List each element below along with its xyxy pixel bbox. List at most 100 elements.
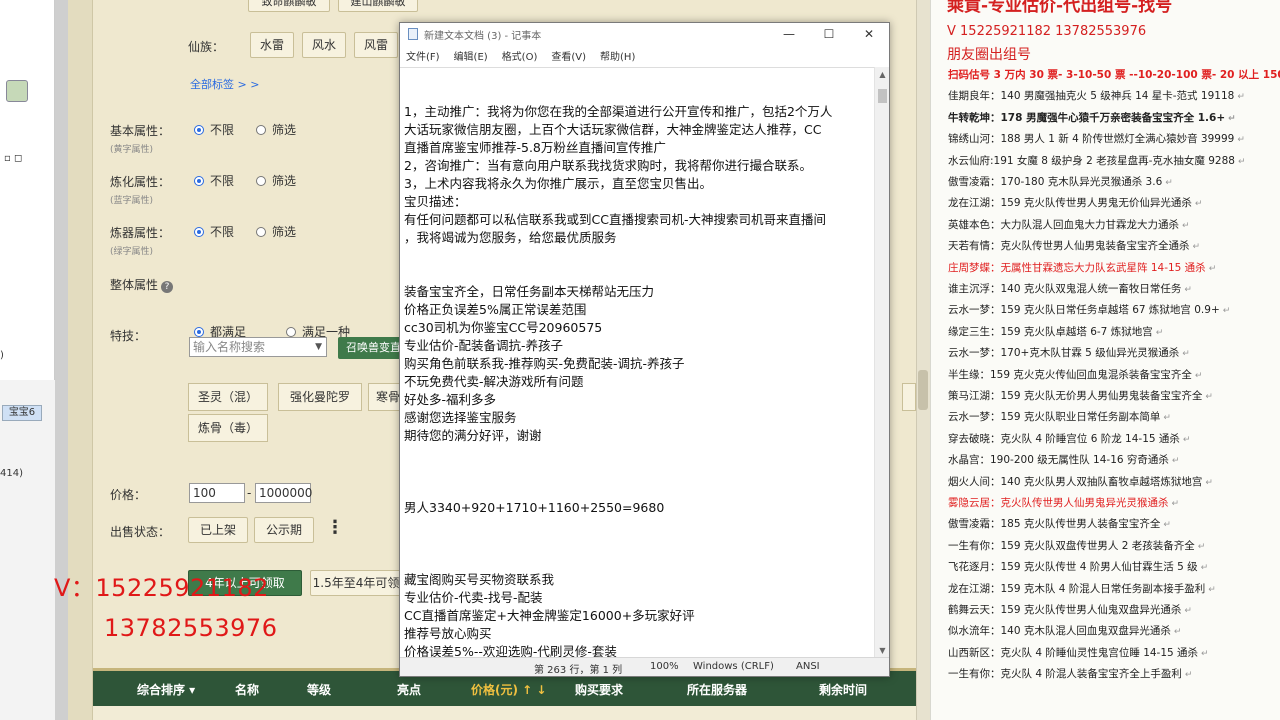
chat-row-text: 似水流年：140 克木队混人回血鬼双盘异光通杀 [948, 625, 1171, 638]
skill-chip[interactable]: 圣灵（混） [188, 383, 268, 411]
question-icon[interactable]: ? [161, 281, 174, 293]
notepad-title: 新建文本文档 (3) - 记事本 [424, 30, 542, 42]
market-scroll-thumb[interactable] [918, 370, 928, 410]
radio-dot [194, 226, 204, 237]
market-side-edge [68, 0, 93, 720]
overlay-phone-v: V：15225921182 [54, 574, 269, 602]
line-break-icon: ↵ [1237, 92, 1245, 103]
chat-row: 傲雪凌霜：185 克火队传世男人装备宝宝齐全 ↵ [948, 514, 1171, 534]
notepad-scroll-thumb[interactable] [878, 89, 887, 103]
notepad-line [404, 517, 875, 535]
skill-chip[interactable]: 炼骨（毒） [188, 414, 268, 442]
price-max-input[interactable]: 1000000 [255, 483, 312, 503]
more-options-icon[interactable]: ⋮ [326, 519, 344, 537]
radio-dot [286, 326, 296, 337]
notepad-line [404, 265, 875, 283]
chat-row: 缘定三生：159 克火队卓越塔 6-7 炼狱地宫 ↵ [948, 322, 1163, 342]
chat-row: 一生有你：159 克火队双盘传世男人 2 老孩装备齐全 ↵ [948, 536, 1205, 556]
radio-dot [256, 175, 266, 186]
col-remaining[interactable]: 剩余时间 [819, 681, 867, 698]
forge-attr-filter-radio[interactable]: 筛选 [256, 223, 296, 240]
basic-attr-unlimited-radio[interactable]: 不限 [194, 121, 234, 138]
period-1-5y-button[interactable]: 1.5年至4年可领 [310, 570, 402, 596]
public-period-button[interactable]: 公示期 [254, 517, 314, 543]
refine-attr-label-text: 炼化属性： [110, 175, 171, 189]
all-tags-link[interactable]: 全部标签 > > [190, 76, 259, 92]
on-sale-button[interactable]: 已上架 [188, 517, 248, 543]
line-break-icon: ↵ [1228, 113, 1236, 124]
scroll-up-icon[interactable]: ▲ [875, 67, 890, 83]
chat-row: 飞花逐月：159 克火队传世 4 阶男人仙甘霖生活 5 级 ↵ [948, 557, 1208, 577]
notepad-line [404, 445, 875, 463]
tag-chip-shuilei[interactable]: 水雷 [250, 32, 294, 58]
price-min-input[interactable]: 100 [189, 483, 245, 503]
notepad-line [404, 535, 875, 553]
notepad-line [404, 463, 875, 481]
menu-file[interactable]: 文件(F) [406, 48, 440, 63]
notepad-line: 感谢您选择鉴宝服务 [404, 410, 517, 425]
line-break-icon: ↵ [1222, 306, 1231, 317]
radio-label: 筛选 [272, 123, 297, 137]
line-break-icon: ↵ [1155, 327, 1164, 338]
refine-attr-filter-radio[interactable]: 筛选 [256, 172, 296, 189]
overall-attr-label: 整体属性? [110, 276, 174, 293]
basic-attr-filter-radio[interactable]: 筛选 [256, 121, 296, 138]
radio-label: 筛选 [272, 225, 297, 239]
col-sort[interactable]: 综合排序 ▾ [137, 681, 195, 698]
line-break-icon: ↵ [1173, 627, 1182, 638]
forge-attr-unlimited-radio[interactable]: 不限 [194, 223, 234, 240]
chat-row: 半生缘：159 克火克火传仙回血鬼混杀装备宝宝齐全 ↵ [948, 365, 1202, 385]
notepad-text-area[interactable]: 1，主动推广：我将为你您在我的全部渠道进行公开宣传和推广，包括2个万人 大话玩家微… [400, 67, 875, 659]
chat-row-text: 缘定三生：159 克火队卓越塔 6-7 炼狱地宫 [948, 325, 1153, 338]
refine-attr-unlimited-radio[interactable]: 不限 [194, 172, 234, 189]
skill-search-input[interactable]: 输入名称搜索 ▼ [189, 337, 327, 357]
notepad-titlebar[interactable]: 新建文本文档 (3) - 记事本 — ☐ ✕ [400, 23, 889, 45]
col-price[interactable]: 价格(元) ↑ ↓ [471, 681, 546, 698]
tab-baobao6[interactable]: 宝宝6 [2, 405, 42, 421]
sale-status-label: 出售状态： [110, 525, 171, 539]
col-name[interactable]: 名称 [235, 681, 259, 698]
notepad-line: 购买角色前联系我-推荐购买-免费配装-调抗-养孩子 [404, 356, 685, 371]
menu-format[interactable]: 格式(O) [502, 48, 538, 63]
maximize-icon[interactable]: ☐ [809, 27, 849, 41]
notepad-line: 男人3340+920+1710+1160+2550=9680 [404, 500, 665, 515]
line-break-icon: ↵ [1205, 477, 1213, 488]
notepad-line: 专业估价-配装备调抗-养孩子 [404, 338, 564, 353]
line-break-icon: ↵ [1200, 563, 1209, 574]
app-thumbnail-icon[interactable] [6, 80, 28, 102]
chat-row-text: 锦绣山河：188 男人 1 新 4 阶传世燃灯全满心猿妙音 39999 [948, 133, 1235, 146]
col-requirement[interactable]: 购买要求 [575, 681, 623, 698]
market-scrollbar[interactable] [916, 0, 930, 720]
skill-chip[interactable]: 强化曼陀罗 [278, 383, 362, 411]
chat-row-text: 云水一梦：170+克木队甘霖 5 级仙异光灵猴通杀 [948, 347, 1180, 360]
col-level[interactable]: 等级 [307, 681, 331, 698]
skill-chip-edge[interactable] [902, 383, 916, 411]
menu-help[interactable]: 帮助(H) [600, 48, 635, 63]
chat-row: 穿去破晓：克火队 4 阶睡宫位 6 阶龙 14-15 通杀 ↵ [948, 429, 1190, 449]
menu-edit[interactable]: 编辑(E) [454, 48, 488, 63]
notepad-line: 有任何问题都可以私信联系我或到CC直播搜索司机-大神搜索司机哥来直播间 [404, 212, 826, 227]
chat-row: 云水一梦：159 克火队职业日常任务副本简单 ↵ [948, 407, 1171, 427]
tag-chip[interactable]: 建山麒麟敏 [338, 0, 418, 12]
chat-row-text: 佳期良年：140 男魔强抽克火 5 级神兵 14 星卡-范式 19118 [948, 90, 1235, 103]
radio-label: 不限 [210, 123, 235, 137]
close-icon[interactable]: ✕ [849, 27, 889, 41]
overall-attr-text: 整体属性 [110, 278, 159, 292]
menu-view[interactable]: 查看(V) [551, 48, 586, 63]
notepad-scrollbar[interactable]: ▲ ▼ [874, 67, 889, 659]
col-highlight[interactable]: 亮点 [397, 681, 421, 698]
notepad-line: 期待您的满分好评，谢谢 [404, 428, 542, 443]
minimize-icon[interactable]: — [769, 27, 809, 41]
chat-row-text: 烟火人间：140 克火队男人双抽队畜牧卓越塔炼狱地宫 [948, 475, 1203, 488]
line-break-icon: ↵ [1184, 606, 1192, 616]
tag-chip[interactable]: 致命麒麟敏 [248, 0, 330, 12]
notepad-line: 3，上术内容我将永久为你推广展示，直至您宝贝售出。 [404, 176, 712, 191]
tag-chip-fenglei[interactable]: 风雷 [354, 32, 398, 58]
col-server[interactable]: 所在服务器 [687, 681, 747, 698]
notepad-line: 藏宝阁购买号买物资联系我 [404, 572, 555, 587]
tag-chip-fengshui[interactable]: 风水 [302, 32, 346, 58]
chat-header-title: 乘貢-专业估价-代出组号-找号 [947, 0, 1173, 16]
overlay-phone-n: 13782553976 [104, 614, 278, 642]
chat-row-text: 一生有你：159 克火队双盘传世男人 2 老孩装备齐全 [948, 539, 1195, 552]
dropdown-arrow-icon[interactable]: ▼ [315, 338, 322, 356]
